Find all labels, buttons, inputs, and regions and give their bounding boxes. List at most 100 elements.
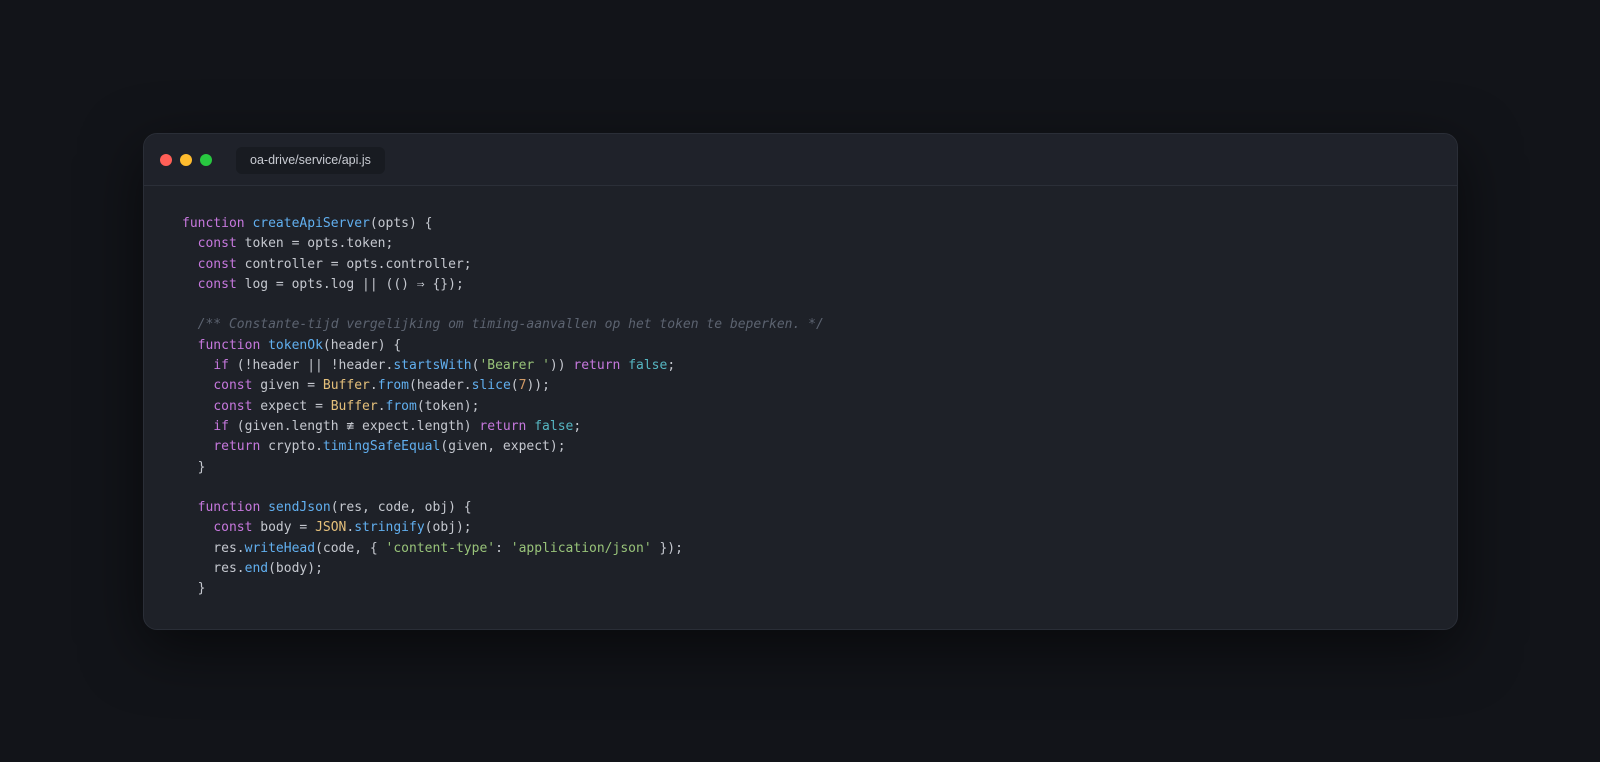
code-token-kw: function <box>197 500 261 516</box>
code-token-plain: (header) { <box>322 337 402 353</box>
window-controls <box>160 154 212 166</box>
code-token-cls: JSON <box>315 520 347 536</box>
code-token-kw: const <box>197 276 237 292</box>
code-token-fn: tokenOk <box>268 337 323 353</box>
code-token-plain: (obj); <box>424 520 472 536</box>
code-block: function createApiServer(opts) { const t… <box>182 214 824 600</box>
code-token-kw: const <box>213 398 253 414</box>
code-token-plain: given = <box>252 378 323 394</box>
code-token-str: 'application/json' <box>510 540 652 556</box>
minimize-window-button[interactable] <box>180 154 192 166</box>
code-token-cls: Buffer <box>330 398 378 414</box>
code-token-fn: createApiServer <box>252 216 370 231</box>
code-line: const log = opts.log || (() ⇒ {}); <box>182 275 824 295</box>
code-token-bool: false <box>628 358 668 374</box>
code-token-plain: expect = <box>252 398 331 414</box>
code-token-kw: function <box>182 216 245 231</box>
code-token-plain: . <box>369 378 378 394</box>
code-token-plain: res. <box>182 561 245 577</box>
code-token-kw: function <box>197 337 261 353</box>
code-token-fn: timingSafeEqual <box>322 439 441 455</box>
code-line: if (!header || !header.startsWith('Beare… <box>182 356 824 376</box>
code-token-plain: }); <box>651 540 683 556</box>
zoom-window-button[interactable] <box>200 154 212 166</box>
code-token-kw: const <box>197 236 237 252</box>
code-token-cls: Buffer <box>322 378 370 394</box>
code-token-plain: (token); <box>416 398 480 414</box>
code-token-plain: (body); <box>268 561 323 577</box>
code-token-plain: controller = opts.controller; <box>236 256 472 272</box>
code-token-plain: ( <box>510 378 519 394</box>
code-token-plain: res. <box>182 540 245 556</box>
code-line: function sendJson(res, code, obj) { <box>182 498 824 518</box>
code-token-plain: (given, expect); <box>440 439 566 455</box>
code-token-plain: (header. <box>409 378 472 394</box>
window-titlebar: oa-drive/service/api.js <box>144 134 1457 186</box>
code-token-plain: )) <box>549 358 574 374</box>
code-token-fn: writeHead <box>244 540 316 556</box>
code-token-kw: return <box>479 418 527 434</box>
code-token-plain: (res, code, obj) { <box>330 500 472 516</box>
code-token-plain: token = opts.token; <box>236 236 394 252</box>
code-token-str: 'content-type' <box>385 540 496 556</box>
code-token-plain: . <box>377 398 386 414</box>
code-token-plain: )); <box>526 378 550 394</box>
code-token-bool: false <box>534 418 574 434</box>
code-token-str: 'Bearer ' <box>479 358 550 374</box>
code-token-fn: stringify <box>354 520 425 536</box>
code-token-fn: slice <box>471 378 511 394</box>
code-token-cmt: /** Constante-tijd vergelijking om timin… <box>197 317 824 333</box>
code-token-kw: const <box>213 520 253 536</box>
code-token-fn: from <box>377 378 410 394</box>
code-line: } <box>182 458 824 478</box>
code-token-plain: (opts) { <box>369 216 433 231</box>
code-line: return crypto.timingSafeEqual(given, exp… <box>182 437 824 457</box>
code-token-plain: (!header || !header. <box>228 358 394 374</box>
code-token-fn: from <box>385 398 417 414</box>
code-window: oa-drive/service/api.js function createA… <box>143 133 1458 630</box>
code-token-plain: body = <box>252 520 316 536</box>
code-token-kw: if <box>213 418 229 434</box>
code-token-plain: (code, { <box>315 540 386 556</box>
code-token-fn: startsWith <box>393 358 472 374</box>
code-token-fn: sendJson <box>268 500 331 516</box>
file-tab[interactable]: oa-drive/service/api.js <box>236 147 385 174</box>
code-token-kw: const <box>213 378 253 394</box>
code-token-kw: const <box>197 256 237 272</box>
code-line: /** Constante-tijd vergelijking om timin… <box>182 315 824 335</box>
code-token-plain: } <box>182 581 206 597</box>
code-token-kw: if <box>213 358 229 374</box>
code-token-plain: ; <box>667 358 676 374</box>
code-token-kw: return <box>573 358 621 374</box>
code-line: res.writeHead(code, { 'content-type': 'a… <box>182 539 824 559</box>
code-token-plain: crypto. <box>260 439 323 455</box>
code-token-plain: ; <box>573 418 582 434</box>
code-line: if (given.length ≢ expect.length) return… <box>182 417 824 437</box>
code-line: const token = opts.token; <box>182 234 824 254</box>
code-token-plain: log = opts.log || (() ⇒ {}); <box>236 276 464 292</box>
close-window-button[interactable] <box>160 154 172 166</box>
code-line: const controller = opts.controller; <box>182 255 824 275</box>
code-line: } <box>182 579 824 599</box>
code-token-plain: } <box>182 459 206 475</box>
code-line: function createApiServer(opts) { <box>182 214 824 234</box>
code-line: function tokenOk(header) { <box>182 336 824 356</box>
code-token-plain: (given.length ≢ expect.length) <box>228 418 480 434</box>
